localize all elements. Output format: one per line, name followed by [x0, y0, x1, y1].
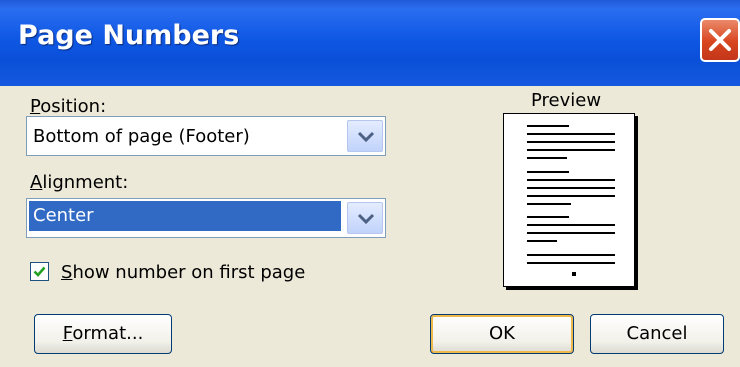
chevron-down-icon: [357, 131, 375, 143]
preview-line: [527, 216, 569, 218]
ok-button[interactable]: OK: [430, 314, 574, 354]
chevron-down-icon: [357, 213, 375, 225]
first-page-label[interactable]: Show number on first page: [61, 262, 305, 283]
alignment-label: Alignment:: [30, 172, 129, 193]
preview-line: [527, 254, 615, 256]
close-icon: [709, 29, 731, 51]
dialog-title: Page Numbers: [18, 20, 240, 51]
preview-line: [527, 262, 615, 264]
alignment-select[interactable]: Center: [26, 198, 386, 238]
preview-line: [527, 149, 615, 151]
alignment-dropdown-button[interactable]: [347, 202, 383, 234]
title-bar[interactable]: Page Numbers: [0, 0, 740, 86]
first-page-checkbox[interactable]: [30, 262, 49, 281]
close-button[interactable]: [700, 18, 740, 62]
preview-page-number: [572, 272, 576, 276]
preview-line: [527, 171, 569, 173]
preview-line: [527, 157, 567, 159]
preview-line: [527, 195, 615, 197]
page-numbers-dialog: Page Numbers Position: Bottom of page (F…: [0, 0, 740, 367]
alignment-value: Center: [29, 201, 341, 231]
position-label: Position:: [30, 96, 107, 117]
preview-page: [503, 113, 635, 287]
preview-line: [527, 232, 615, 234]
preview-line: [527, 240, 557, 242]
checkmark-icon: [33, 266, 46, 277]
position-dropdown-button[interactable]: [347, 120, 383, 152]
position-select[interactable]: Bottom of page (Footer): [26, 116, 386, 156]
preview-line: [527, 141, 615, 143]
preview-label: Preview: [531, 90, 602, 111]
preview-line: [527, 179, 615, 181]
preview-line: [527, 224, 615, 226]
position-value: Bottom of page (Footer): [33, 126, 250, 147]
cancel-button[interactable]: Cancel: [590, 314, 724, 354]
preview-line: [527, 125, 569, 127]
preview-line: [527, 133, 615, 135]
format-button[interactable]: Format...: [34, 314, 172, 354]
preview-line: [527, 187, 615, 189]
preview-line: [527, 203, 571, 205]
